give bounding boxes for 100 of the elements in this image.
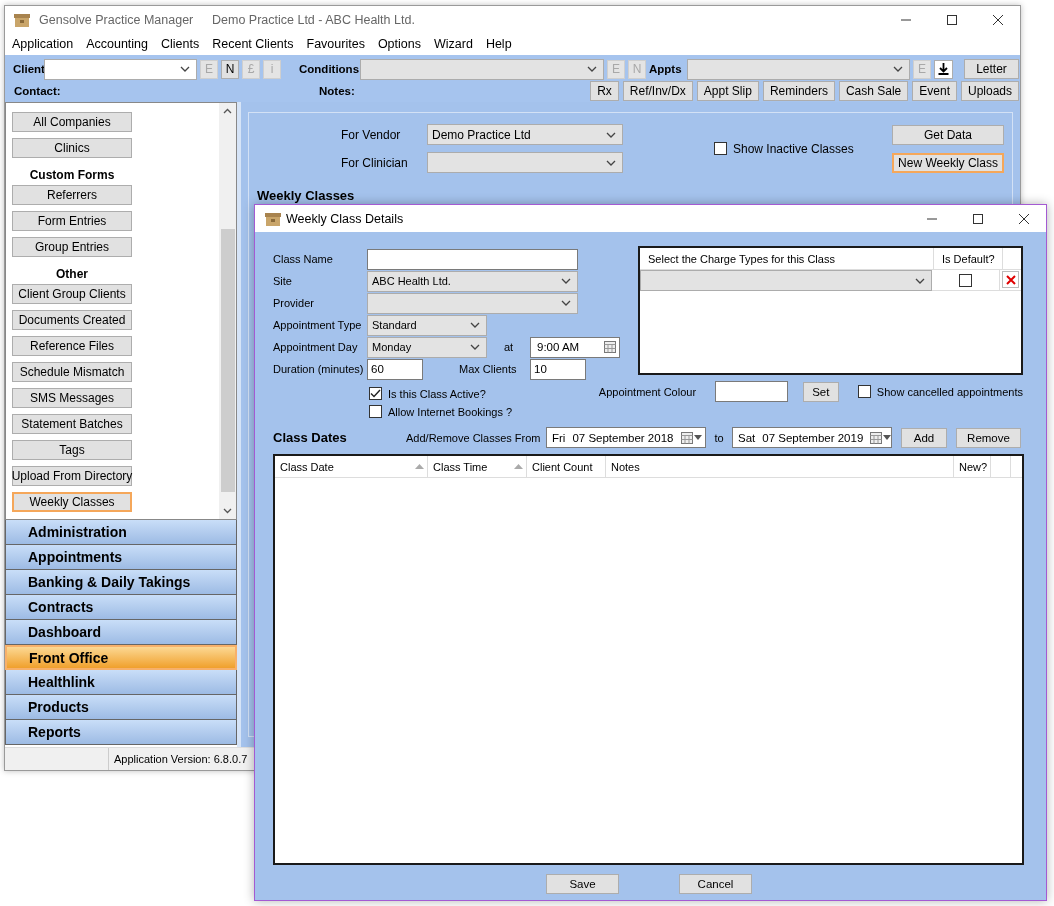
nav-bar[interactable]: Contracts xyxy=(5,595,237,620)
sidebar-button[interactable]: Tags xyxy=(12,440,132,460)
download-button[interactable] xyxy=(934,59,953,79)
chevron-down-icon[interactable] xyxy=(223,508,232,514)
sidebar-button[interactable]: SMS Messages xyxy=(12,388,132,408)
sidebar-button[interactable]: Client Group Clients xyxy=(12,284,132,304)
column-header[interactable]: New? xyxy=(954,456,992,477)
menu-item[interactable]: Favourites xyxy=(306,37,365,51)
section-heading: Weekly Classes xyxy=(257,188,355,203)
menu-item[interactable]: Recent Clients xyxy=(212,37,294,51)
checkbox[interactable] xyxy=(958,273,972,287)
text-field[interactable] xyxy=(367,248,578,270)
time-field[interactable]: 9:00 AM xyxy=(530,336,620,358)
dropdown[interactable]: Demo Practice Ltd xyxy=(427,124,623,145)
caret-icon xyxy=(470,322,480,328)
column-header[interactable]: Notes xyxy=(606,456,954,477)
checkmark-icon xyxy=(370,389,381,398)
column-header[interactable]: Client Count xyxy=(527,456,606,477)
toolbar-button[interactable]: Rx xyxy=(590,81,619,101)
sidebar-button[interactable]: Documents Created xyxy=(12,310,132,330)
field-label: to xyxy=(713,431,725,444)
delete-button[interactable] xyxy=(1002,271,1019,288)
sidebar-button[interactable]: Referrers xyxy=(12,185,132,205)
checkbox[interactable] xyxy=(369,387,382,400)
field-label: at xyxy=(503,341,515,353)
dropdown[interactable]: Monday xyxy=(367,336,487,358)
sidebar-button[interactable]: Group Entries xyxy=(12,237,132,257)
field-label: Class Name xyxy=(272,253,334,265)
column-header[interactable]: Class Date xyxy=(275,456,428,477)
small-button[interactable]: N xyxy=(221,59,239,79)
date-picker[interactable]: Sat 07 September 2019 xyxy=(732,427,892,448)
checkbox[interactable] xyxy=(369,405,382,418)
sort-arrow-icon xyxy=(514,464,523,469)
date-picker[interactable]: Fri 07 September 2018 xyxy=(546,427,706,448)
scrollbar-thumb[interactable] xyxy=(220,229,235,492)
menu-item[interactable]: Help xyxy=(485,37,512,51)
dialog-button[interactable]: Save xyxy=(546,874,619,894)
menu-item[interactable]: Accounting xyxy=(86,37,148,51)
sidebar-button[interactable]: Weekly Classes xyxy=(12,492,132,512)
version-text: Application Version: 6.8.0.7 xyxy=(113,753,248,765)
sort-arrow-icon xyxy=(415,464,424,469)
checkbox[interactable] xyxy=(857,385,871,398)
close-icon[interactable] xyxy=(1018,212,1030,225)
toolbar-button[interactable]: Ref/Inv/Dx xyxy=(622,81,693,101)
toolbar-button[interactable]: Appt Slip xyxy=(696,81,759,101)
toolbar-button[interactable]: Uploads xyxy=(960,81,1019,101)
toolbar-button[interactable]: Cash Sale xyxy=(838,81,909,101)
window-subtitle: Demo Practice Ltd - ABC Health Ltd. xyxy=(212,12,415,27)
action-button[interactable]: New Weekly Class xyxy=(892,152,1004,173)
nav-bar[interactable]: Front Office xyxy=(5,645,237,670)
box-icon xyxy=(265,211,281,226)
action-button[interactable]: Get Data xyxy=(892,124,1004,145)
dialog-button[interactable]: Cancel xyxy=(679,874,752,894)
calendar-icon xyxy=(870,431,883,444)
text-field[interactable]: 10 xyxy=(530,358,586,380)
nav-bar[interactable]: Administration xyxy=(5,520,237,545)
letter-button[interactable]: Letter xyxy=(964,59,1019,79)
menu-item[interactable]: Wizard xyxy=(434,37,473,51)
sidebar-button[interactable]: All Companies xyxy=(12,112,132,132)
text-field[interactable]: 60 xyxy=(367,358,423,380)
colour-field[interactable] xyxy=(714,381,788,402)
sidebar-button[interactable]: Reference Files xyxy=(12,336,132,356)
caret-icon xyxy=(606,159,616,166)
caret-icon xyxy=(561,300,571,306)
maximize-icon[interactable] xyxy=(946,13,958,26)
dropdown[interactable]: ABC Health Ltd. xyxy=(367,270,578,292)
sidebar-button[interactable]: Form Entries xyxy=(12,211,132,231)
close-icon[interactable] xyxy=(992,13,1004,26)
checkbox[interactable] xyxy=(714,142,727,155)
nav-bar[interactable]: Banking & Daily Takings xyxy=(5,570,237,595)
toolbar-button[interactable]: Reminders xyxy=(762,81,835,101)
nav-bar[interactable]: Reports xyxy=(5,720,237,745)
set-button[interactable]: Set xyxy=(802,381,839,402)
field-label: Site xyxy=(272,275,293,287)
caret-icon xyxy=(694,435,702,440)
remove-button[interactable]: Remove xyxy=(956,427,1021,448)
add-button[interactable]: Add xyxy=(901,427,947,448)
sidebar-button[interactable]: Schedule Mismatch xyxy=(12,362,132,382)
sidebar-button[interactable]: Upload From Directory xyxy=(12,466,132,486)
dropdown[interactable]: Standard xyxy=(367,314,487,336)
nav-bar[interactable]: Dashboard xyxy=(5,620,237,645)
nav-bar[interactable]: Healthlink xyxy=(5,670,237,695)
sidebar-button[interactable]: Clinics xyxy=(12,138,132,158)
field-label: Max Clients xyxy=(458,363,518,375)
checkbox-label: Show Inactive Classes xyxy=(733,141,854,156)
menu-item[interactable]: Options xyxy=(377,37,421,51)
field-label: Contact: xyxy=(13,85,62,97)
field-label: For Clinician xyxy=(341,155,409,170)
dialog-title: Weekly Class Details xyxy=(286,211,404,226)
sidebar-button[interactable]: Statement Batches xyxy=(12,414,132,434)
download-icon xyxy=(938,63,949,75)
column-header[interactable]: Class Time xyxy=(428,456,527,477)
field-label: Conditions xyxy=(298,63,360,75)
chevron-up-icon[interactable] xyxy=(223,108,232,114)
menu-item[interactable]: Clients xyxy=(161,37,200,51)
menu-item[interactable]: Application xyxy=(12,37,74,51)
nav-bar[interactable]: Appointments xyxy=(5,545,237,570)
nav-bar[interactable]: Products xyxy=(5,695,237,720)
toolbar-button[interactable]: Event xyxy=(912,81,957,101)
maximize-icon[interactable] xyxy=(972,212,984,225)
